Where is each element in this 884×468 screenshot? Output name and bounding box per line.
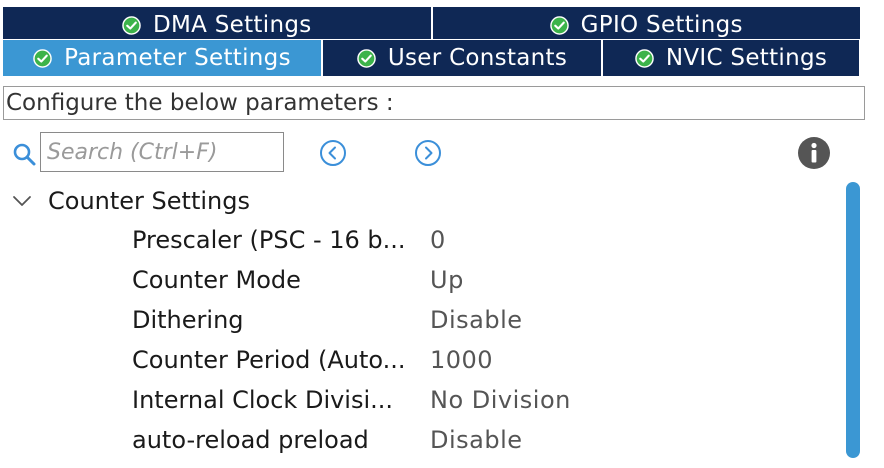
tab-label: GPIO Settings bbox=[580, 12, 743, 38]
next-match-icon[interactable] bbox=[414, 139, 442, 167]
search-icon[interactable] bbox=[12, 142, 38, 168]
check-circle-icon bbox=[357, 48, 376, 68]
tab-label: NVIC Settings bbox=[665, 45, 828, 71]
check-circle-icon bbox=[549, 15, 569, 35]
tab-row-top: DMA Settings GPIO Settings bbox=[3, 7, 860, 39]
param-value[interactable]: 1000 bbox=[430, 346, 493, 374]
param-row-counter-mode[interactable]: Counter Mode Up bbox=[132, 262, 464, 298]
tab-label: Parameter Settings bbox=[64, 45, 291, 71]
check-circle-icon bbox=[635, 48, 654, 68]
param-name: Counter Period (Auto... bbox=[132, 346, 406, 374]
info-icon[interactable] bbox=[797, 136, 831, 170]
param-value[interactable]: 0 bbox=[430, 226, 446, 254]
param-row-counter-period[interactable]: Counter Period (Auto... 1000 bbox=[132, 342, 493, 378]
tab-parameter-settings[interactable]: Parameter Settings bbox=[3, 40, 323, 76]
param-value[interactable]: No Division bbox=[430, 386, 571, 414]
group-title: Counter Settings bbox=[48, 187, 250, 215]
param-name: Dithering bbox=[132, 306, 244, 334]
param-row-auto-reload-preload[interactable]: auto-reload preload Disable bbox=[132, 422, 523, 458]
tab-nvic-settings[interactable]: NVIC Settings bbox=[603, 40, 859, 76]
search-input[interactable] bbox=[40, 132, 284, 172]
param-row-dithering[interactable]: Dithering Disable bbox=[132, 302, 523, 338]
tab-gpio-settings[interactable]: GPIO Settings bbox=[432, 7, 860, 39]
check-circle-icon bbox=[122, 15, 141, 35]
scrollbar-thumb[interactable] bbox=[846, 182, 860, 458]
tab-row-bottom: Parameter Settings User Constants NVIC S… bbox=[3, 40, 860, 76]
chevron-down-icon[interactable] bbox=[12, 194, 32, 208]
configure-parameters-label: Configure the below parameters : bbox=[3, 86, 865, 120]
group-counter-settings[interactable]: Counter Settings bbox=[12, 183, 250, 219]
param-name: Internal Clock Divisi... bbox=[132, 386, 394, 414]
param-value[interactable]: Disable bbox=[430, 306, 523, 334]
param-value[interactable]: Disable bbox=[430, 426, 523, 454]
tab-user-constants[interactable]: User Constants bbox=[323, 40, 603, 76]
check-circle-icon bbox=[33, 48, 52, 68]
param-name: auto-reload preload bbox=[132, 426, 369, 454]
param-name: Prescaler (PSC - 16 b... bbox=[132, 226, 406, 254]
param-value[interactable]: Up bbox=[430, 266, 464, 294]
tab-label: DMA Settings bbox=[152, 12, 312, 38]
tab-label: User Constants bbox=[387, 45, 568, 71]
param-name: Counter Mode bbox=[132, 266, 301, 294]
param-row-prescaler[interactable]: Prescaler (PSC - 16 b... 0 bbox=[132, 222, 446, 258]
param-row-internal-clock-division[interactable]: Internal Clock Divisi... No Division bbox=[132, 382, 571, 418]
previous-match-icon[interactable] bbox=[319, 139, 347, 167]
tab-dma-settings[interactable]: DMA Settings bbox=[3, 7, 433, 39]
